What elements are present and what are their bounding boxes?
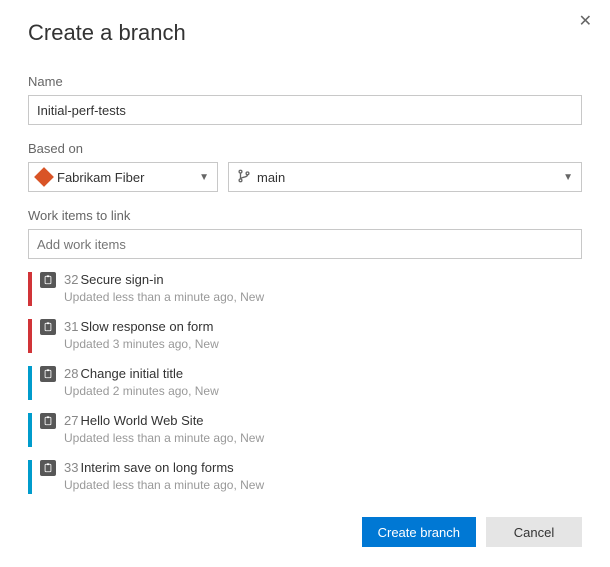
repo-dropdown-label: Fabrikam Fiber (57, 170, 193, 185)
work-item-color-bar (28, 319, 32, 353)
branch-name-input[interactable] (28, 95, 582, 125)
work-item-body: 31Slow response on form Updated 3 minutes… (64, 318, 582, 352)
work-item-subtitle: Updated 2 minutes ago, New (64, 383, 582, 399)
work-item-subtitle: Updated 3 minutes ago, New (64, 336, 582, 352)
work-item-type-icon (40, 460, 56, 476)
work-item-title: Slow response on form (80, 319, 213, 334)
work-item-type-icon (40, 319, 56, 335)
close-button[interactable]: ✕ (575, 10, 596, 34)
work-item-subtitle: Updated less than a minute ago, New (64, 430, 582, 446)
work-item[interactable]: 33Interim save on long forms Updated less… (28, 455, 582, 502)
work-item-title: Secure sign-in (80, 272, 163, 287)
work-items-list: 32Secure sign-in Updated less than a minu… (28, 267, 582, 502)
work-item-color-bar (28, 366, 32, 400)
work-item-id: 27 (64, 413, 78, 428)
work-item-color-bar (28, 460, 32, 494)
work-item[interactable]: 27Hello World Web Site Updated less than … (28, 408, 582, 455)
work-item-id: 31 (64, 319, 78, 334)
work-item-color-bar (28, 413, 32, 447)
work-item-title: Hello World Web Site (80, 413, 203, 428)
work-item[interactable]: 32Secure sign-in Updated less than a minu… (28, 267, 582, 314)
close-icon: ✕ (579, 13, 592, 30)
work-item[interactable]: 31Slow response on form Updated 3 minutes… (28, 314, 582, 361)
work-items-label: Work items to link (28, 208, 582, 223)
based-on-section: Based on Fabrikam Fiber ▼ main ▼ (28, 141, 582, 192)
name-section: Name (28, 74, 582, 125)
work-item-body: 28Change initial title Updated 2 minutes … (64, 365, 582, 399)
work-item-id: 28 (64, 366, 78, 381)
work-item-color-bar (28, 272, 32, 306)
work-item-type-icon (40, 413, 56, 429)
work-items-input[interactable] (28, 229, 582, 259)
base-branch-dropdown[interactable]: main ▼ (228, 162, 582, 192)
work-item[interactable]: 28Change initial title Updated 2 minutes … (28, 361, 582, 408)
chevron-down-icon: ▼ (563, 172, 573, 183)
create-branch-dialog: ✕ Create a branch Name Based on Fabrikam… (0, 0, 610, 522)
work-item-id: 33 (64, 460, 78, 475)
repo-dropdown[interactable]: Fabrikam Fiber ▼ (28, 162, 218, 192)
chevron-down-icon: ▼ (199, 172, 209, 183)
branch-icon (237, 169, 251, 186)
work-item-body: 33Interim save on long forms Updated less… (64, 459, 582, 493)
work-item-type-icon (40, 272, 56, 288)
work-item-id: 32 (64, 272, 78, 287)
work-item-title: Interim save on long forms (80, 460, 233, 475)
work-item-body: 32Secure sign-in Updated less than a minu… (64, 271, 582, 305)
based-on-label: Based on (28, 141, 582, 156)
work-item-body: 27Hello World Web Site Updated less than … (64, 412, 582, 446)
work-item-subtitle: Updated less than a minute ago, New (64, 289, 582, 305)
work-item-subtitle: Updated less than a minute ago, New (64, 477, 582, 493)
name-label: Name (28, 74, 582, 89)
repo-icon (34, 167, 54, 187)
work-items-section: Work items to link (28, 208, 582, 259)
work-item-type-icon (40, 366, 56, 382)
work-item-title: Change initial title (80, 366, 183, 381)
dialog-title: Create a branch (28, 20, 582, 46)
dialog-footer: Create branch Cancel (362, 517, 582, 547)
base-branch-label: main (257, 170, 557, 185)
cancel-button[interactable]: Cancel (486, 517, 582, 547)
create-branch-button[interactable]: Create branch (362, 517, 476, 547)
